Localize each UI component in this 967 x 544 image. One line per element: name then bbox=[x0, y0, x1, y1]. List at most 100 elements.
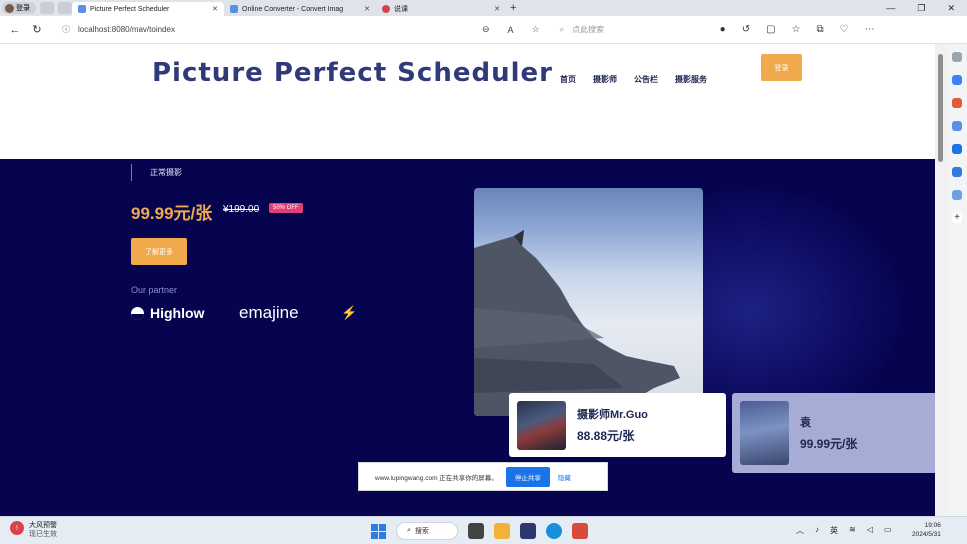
photographer-card[interactable]: 袁 99.99元/张 bbox=[732, 393, 935, 473]
card-name: 摄影师Mr.Guo bbox=[577, 409, 648, 421]
sidebar-outlook-icon[interactable] bbox=[952, 144, 962, 154]
close-tab-icon[interactable]: ✕ bbox=[212, 5, 218, 13]
partner-label: Our partner bbox=[131, 285, 178, 295]
tab-actions-icon[interactable] bbox=[58, 2, 72, 14]
taskbar-search-label: 搜索 bbox=[414, 528, 429, 535]
stop-sharing-button[interactable]: 停止共享 bbox=[505, 466, 550, 487]
photographer-thumbnail bbox=[517, 400, 566, 450]
start-icon[interactable] bbox=[371, 523, 386, 539]
weather-title: 大风预警 bbox=[29, 522, 57, 529]
search-placeholder: 点此搜索 bbox=[572, 25, 605, 34]
bolt-icon: ⚡ bbox=[341, 305, 358, 320]
sidebar-tools-icon[interactable] bbox=[952, 121, 962, 131]
tab-title: Picture Perfect Scheduler bbox=[90, 5, 170, 13]
collections-icon[interactable]: ⧉ bbox=[817, 24, 824, 35]
wifi-icon[interactable]: ≋ bbox=[849, 525, 856, 536]
copilot-icon[interactable]: ♡ bbox=[840, 24, 849, 35]
photographer-thumbnail bbox=[740, 401, 789, 465]
extension-icon[interactable]: ↺ bbox=[742, 24, 750, 35]
avatar bbox=[5, 3, 14, 13]
converter-favicon-icon bbox=[230, 5, 238, 13]
discount-badge: 50% OFF bbox=[269, 203, 303, 213]
close-tab-icon[interactable]: ✕ bbox=[494, 5, 500, 13]
search-input[interactable]: ⌕ 点此搜索 bbox=[560, 24, 710, 35]
search-icon: ⌕ bbox=[407, 527, 411, 534]
ime-indicator[interactable]: 英 bbox=[830, 525, 838, 536]
favorite-icon[interactable]: ☆ bbox=[532, 24, 540, 35]
login-button[interactable]: 登录 bbox=[761, 54, 802, 81]
task-view-icon[interactable] bbox=[468, 523, 484, 539]
nav-home[interactable]: 首页 bbox=[560, 74, 576, 85]
sidebar-games-icon[interactable] bbox=[952, 190, 962, 200]
recorder-icon[interactable] bbox=[572, 523, 588, 539]
sidebar-send-icon[interactable] bbox=[952, 167, 962, 177]
window-controls: — ❐ ✕ bbox=[886, 3, 967, 14]
sidebar-search-icon[interactable] bbox=[952, 52, 962, 62]
search-icon: ⌕ bbox=[559, 24, 565, 34]
split-icon[interactable]: ▢ bbox=[766, 24, 775, 35]
clock-time: 19:06 bbox=[924, 522, 941, 529]
nav-photographers[interactable]: 摄影师 bbox=[593, 74, 617, 85]
nav-notices[interactable]: 公告栏 bbox=[634, 74, 658, 85]
partner-logos: Highlow emajine ⚡ bbox=[131, 303, 357, 323]
favorites-icon[interactable]: ☆ bbox=[792, 24, 801, 35]
profile-label: 登录 bbox=[16, 5, 30, 12]
more-icon[interactable]: ⋯ bbox=[865, 24, 875, 35]
hide-link[interactable]: 隐藏 bbox=[558, 472, 571, 482]
shuoke-favicon-icon bbox=[382, 5, 390, 13]
clock-date: 2024/5/31 bbox=[912, 531, 941, 538]
restore-icon[interactable]: ❐ bbox=[917, 3, 925, 14]
tab-online-converter[interactable]: Online Converter - Convert Imag ✕ bbox=[224, 2, 376, 16]
battery-icon[interactable]: ▭ bbox=[884, 525, 892, 536]
tab-shuoke[interactable]: 说课 ✕ bbox=[376, 2, 506, 16]
new-tab-icon[interactable]: + bbox=[510, 2, 516, 14]
minimize-icon[interactable]: — bbox=[886, 3, 895, 14]
refresh-icon[interactable]: ↻ bbox=[30, 23, 44, 36]
sidebar-add-icon[interactable]: + bbox=[952, 213, 962, 223]
address-bar: ← ↻ ⓘ localhost:8080/mav/toindex ⊖ A ☆ ⌕… bbox=[0, 16, 967, 44]
close-window-icon[interactable]: ✕ bbox=[947, 3, 955, 14]
scroll-thumb[interactable] bbox=[938, 54, 943, 162]
clock[interactable]: 19:06 2024/5/31 bbox=[912, 521, 941, 539]
hero-old-price: ¥199.00 bbox=[223, 204, 260, 215]
chevron-up-icon[interactable]: ︿ bbox=[796, 525, 804, 536]
back-icon[interactable]: ← bbox=[8, 24, 22, 36]
info-icon[interactable]: ⓘ bbox=[62, 24, 70, 35]
edge-sidebar: + bbox=[947, 44, 967, 516]
profile-button[interactable]: 登录 bbox=[2, 2, 36, 14]
volume-icon[interactable]: ◁ bbox=[867, 525, 873, 536]
screen-share-notice: www.lupingwang.com 正在共享你的屏幕。 停止共享 隐藏 bbox=[358, 462, 608, 491]
partner-emajine: emajine bbox=[239, 303, 299, 322]
microphone-icon[interactable]: ♪ bbox=[815, 525, 819, 536]
highlow-icon bbox=[131, 306, 144, 320]
site-logo[interactable]: Picture Perfect Scheduler bbox=[152, 58, 553, 88]
close-tab-icon[interactable]: ✕ bbox=[364, 5, 370, 13]
card-price: 99.99元/张 bbox=[800, 437, 858, 451]
warning-icon: ! bbox=[10, 521, 24, 535]
app-icon[interactable] bbox=[520, 523, 536, 539]
share-text: www.lupingwang.com 正在共享你的屏幕。 bbox=[375, 474, 498, 482]
read-aloud-icon[interactable]: A bbox=[508, 25, 514, 35]
page-scrollbar[interactable] bbox=[935, 44, 947, 516]
hero-subtitle: 全能 bbox=[131, 136, 150, 146]
sidebar-copilot-icon[interactable] bbox=[952, 75, 962, 85]
hero-title: 全国飞 bbox=[131, 102, 212, 132]
edge-icon[interactable] bbox=[546, 523, 562, 539]
taskbar-search[interactable]: ⌕ 搜索 bbox=[396, 522, 458, 540]
nav-services[interactable]: 摄影服务 bbox=[675, 74, 707, 85]
weather-widget[interactable]: ! 大风预警 现已生效 bbox=[10, 521, 57, 539]
weather-sub: 现已生效 bbox=[29, 531, 57, 538]
page-favicon-icon bbox=[78, 5, 86, 13]
zoom-icon[interactable]: ⊖ bbox=[482, 24, 490, 35]
github-icon[interactable]: ● bbox=[720, 24, 726, 35]
sidebar-shopping-icon[interactable] bbox=[952, 98, 962, 108]
tab-title: 说课 bbox=[394, 6, 408, 13]
file-explorer-icon[interactable] bbox=[494, 523, 510, 539]
taskbar-apps: ⌕ 搜索 bbox=[371, 522, 588, 540]
system-tray: ︿ ♪ 英 ≋ ◁ ▭ bbox=[796, 525, 891, 536]
tab-picture-perfect[interactable]: Picture Perfect Scheduler ✕ bbox=[72, 2, 224, 16]
photographer-card[interactable]: 摄影师Mr.Guo 88.88元/张 bbox=[509, 393, 726, 457]
workspaces-icon[interactable] bbox=[40, 2, 54, 14]
learn-more-button[interactable]: 了解更多 bbox=[131, 238, 187, 265]
url-field[interactable]: ⓘ localhost:8080/mav/toindex bbox=[62, 24, 482, 35]
